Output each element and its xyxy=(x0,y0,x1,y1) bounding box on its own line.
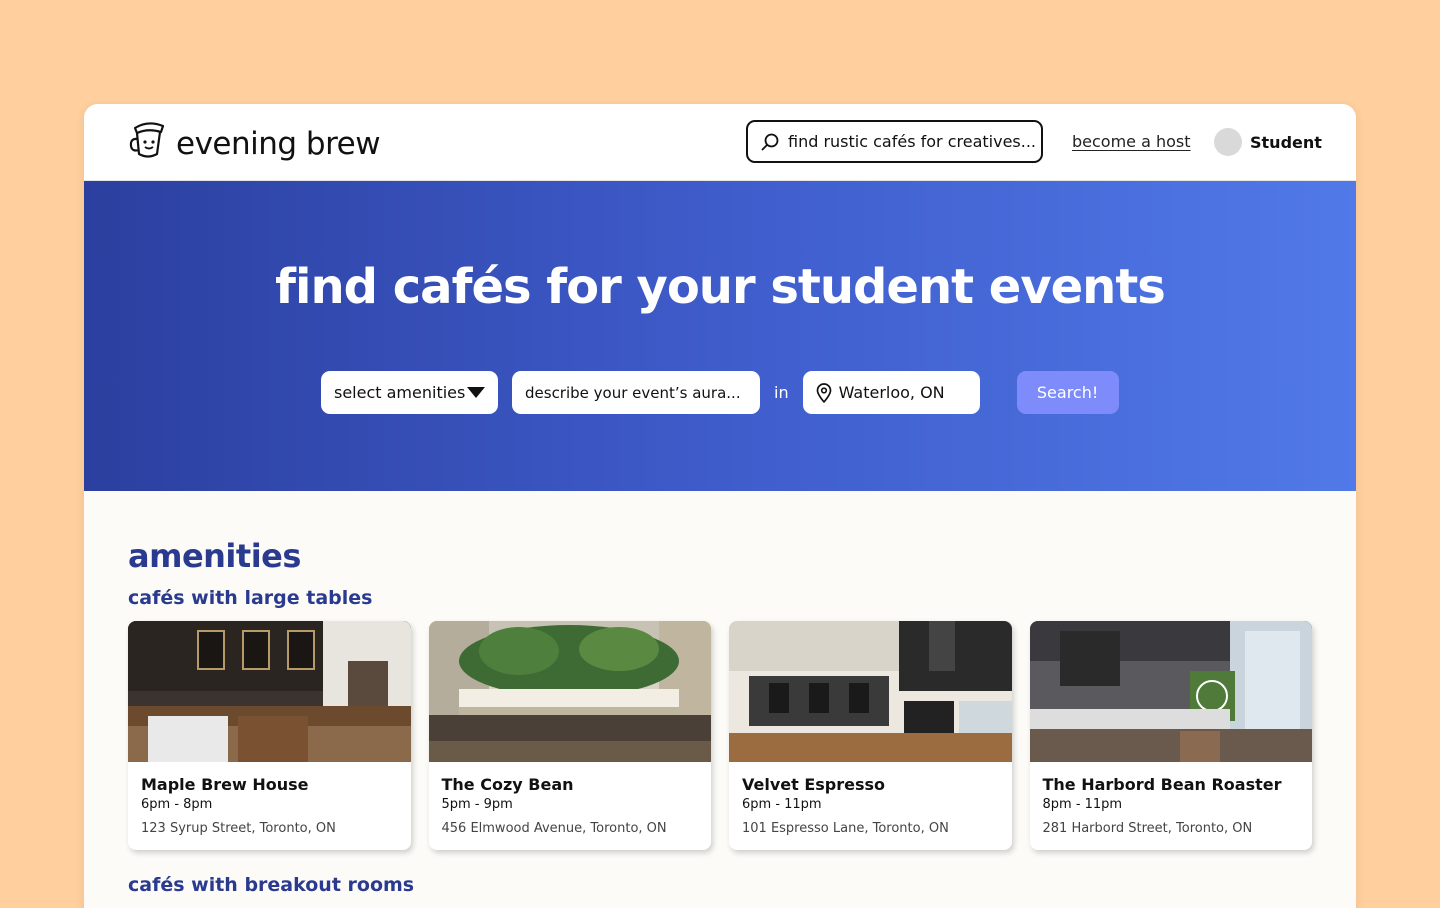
subsection-breakout-rooms[interactable]: cafés with breakout rooms xyxy=(128,874,1312,896)
hero-title: find cafés for your student events xyxy=(275,259,1166,315)
cafe-address: 456 Elmwood Avenue, Toronto, ON xyxy=(441,821,667,836)
amenities-dropdown[interactable]: select amenities xyxy=(321,371,498,414)
card-body: Velvet Espresso 6pm - 11pm 101 Espresso … xyxy=(729,762,1012,836)
cafe-photo xyxy=(729,621,1012,762)
cafe-name: The Harbord Bean Roaster xyxy=(1042,775,1282,794)
cafe-photo xyxy=(128,621,411,762)
become-host-link[interactable]: become a host xyxy=(1072,132,1191,151)
cafe-name: The Cozy Bean xyxy=(441,775,574,794)
cafe-address: 101 Espresso Lane, Toronto, ON xyxy=(742,821,949,836)
cafe-hours: 8pm - 11pm xyxy=(1042,797,1123,812)
card-body: Maple Brew House 6pm - 8pm 123 Syrup Str… xyxy=(128,762,411,836)
dropdown-triangle-icon xyxy=(467,387,485,398)
aura-field[interactable] xyxy=(512,371,760,414)
search-filters: select amenities in Waterloo, ON Search! xyxy=(321,371,1119,414)
cafe-hours: 6pm - 8pm xyxy=(141,797,213,812)
top-nav: evening brew become a host Student xyxy=(84,104,1356,181)
avatar[interactable] xyxy=(1214,128,1242,156)
cafe-name: Velvet Espresso xyxy=(742,775,886,794)
card-body: The Harbord Bean Roaster 8pm - 11pm 281 … xyxy=(1030,762,1313,836)
hero-banner: find cafés for your student events selec… xyxy=(84,181,1356,491)
header-search[interactable] xyxy=(746,120,1043,163)
cafe-card[interactable]: The Harbord Bean Roaster 8pm - 11pm 281 … xyxy=(1029,621,1313,850)
coffee-cup-logo-icon xyxy=(129,122,165,158)
cafe-card[interactable]: Maple Brew House 6pm - 8pm 123 Syrup Str… xyxy=(128,621,411,850)
search-button[interactable]: Search! xyxy=(1016,371,1119,414)
location-pin-icon xyxy=(816,382,831,403)
cafe-card[interactable]: The Cozy Bean 5pm - 9pm 456 Elmwood Aven… xyxy=(428,621,712,850)
main-content: amenities cafés with large tables Maple … xyxy=(84,537,1356,896)
user-name: Student xyxy=(1250,132,1322,152)
user-menu[interactable]: Student xyxy=(1214,128,1322,156)
aura-input[interactable] xyxy=(525,383,747,402)
cafe-address: 123 Syrup Street, Toronto, ON xyxy=(141,821,336,836)
card-body: The Cozy Bean 5pm - 9pm 456 Elmwood Aven… xyxy=(429,762,712,836)
amenities-label: select amenities xyxy=(334,383,466,402)
cafe-hours: 5pm - 9pm xyxy=(441,797,513,812)
in-label: in xyxy=(774,383,789,402)
cafe-card[interactable]: Velvet Espresso 6pm - 11pm 101 Espresso … xyxy=(729,621,1012,850)
location-value: Waterloo, ON xyxy=(838,383,945,402)
cafe-address: 281 Harbord Street, Toronto, ON xyxy=(1042,821,1253,836)
location-field[interactable]: Waterloo, ON xyxy=(802,371,980,414)
cafe-card-list: Maple Brew House 6pm - 8pm 123 Syrup Str… xyxy=(128,621,1312,850)
subsection-large-tables[interactable]: cafés with large tables xyxy=(128,587,1312,609)
cafe-hours: 6pm - 11pm xyxy=(742,797,822,812)
cafe-photo xyxy=(1029,621,1312,762)
brand-name: evening brew xyxy=(176,126,381,162)
search-input[interactable] xyxy=(788,132,1038,151)
app-window: evening brew become a host Student find … xyxy=(84,104,1356,908)
section-title: amenities xyxy=(128,537,301,575)
cafe-name: Maple Brew House xyxy=(141,775,309,794)
cafe-photo xyxy=(428,621,711,762)
logo[interactable]: evening brew xyxy=(126,118,381,162)
search-icon xyxy=(761,133,779,150)
